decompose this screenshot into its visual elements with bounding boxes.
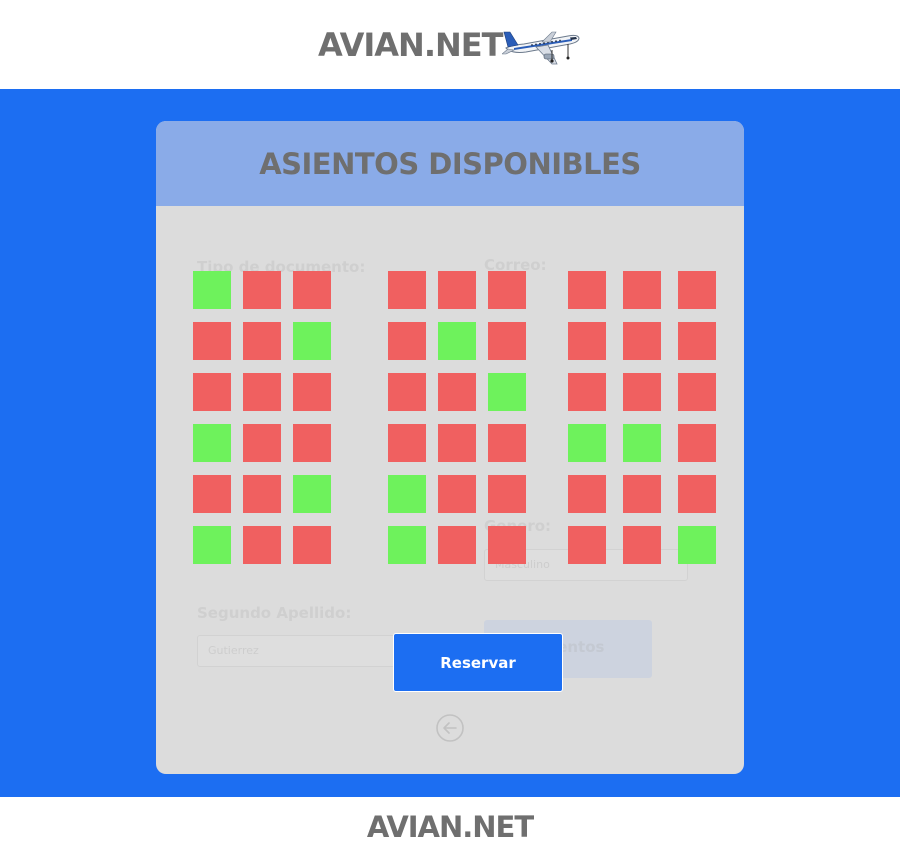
seat-occupied xyxy=(243,373,281,411)
site-footer: AVIAN.NET xyxy=(0,797,900,850)
seat-occupied xyxy=(623,475,661,513)
seat-occupied xyxy=(388,271,426,309)
seat-occupied xyxy=(293,271,331,309)
seat-available[interactable] xyxy=(388,475,426,513)
seat-occupied xyxy=(568,475,606,513)
seat-available[interactable] xyxy=(193,271,231,309)
seat-occupied xyxy=(243,322,281,360)
seat-occupied xyxy=(293,373,331,411)
seat-occupied xyxy=(243,424,281,462)
seat-available[interactable] xyxy=(193,424,231,462)
seat-occupied xyxy=(623,271,661,309)
seat-occupied xyxy=(243,271,281,309)
seat-occupied xyxy=(568,271,606,309)
site-header: AVIAN.NET xyxy=(0,0,900,89)
seat-occupied xyxy=(193,475,231,513)
seat-occupied xyxy=(193,373,231,411)
seat-available[interactable] xyxy=(438,322,476,360)
seat-occupied xyxy=(678,424,716,462)
seat-occupied xyxy=(488,271,526,309)
seat-occupied xyxy=(388,373,426,411)
seat-occupied xyxy=(623,373,661,411)
seat-occupied xyxy=(388,424,426,462)
seat-occupied xyxy=(568,322,606,360)
footer-brand: AVIAN.NET xyxy=(366,810,534,844)
seat-occupied xyxy=(488,526,526,564)
seat-occupied xyxy=(438,373,476,411)
seat-occupied xyxy=(488,322,526,360)
back-arrow-icon[interactable] xyxy=(435,713,465,743)
seat-available[interactable] xyxy=(193,526,231,564)
seat-occupied xyxy=(568,373,606,411)
seat-occupied xyxy=(678,475,716,513)
seat-available[interactable] xyxy=(293,475,331,513)
seat-occupied xyxy=(243,526,281,564)
seat-occupied xyxy=(488,475,526,513)
seat-occupied xyxy=(438,271,476,309)
seat-selection-card: ASIENTOS DISPONIBLES Tipo de documento: … xyxy=(156,121,744,774)
card-title: ASIENTOS DISPONIBLES xyxy=(259,147,641,181)
seat-occupied xyxy=(438,475,476,513)
label-segundo-apellido: Segundo Apellido: xyxy=(197,604,352,622)
seat-occupied xyxy=(243,475,281,513)
seat-available[interactable] xyxy=(488,373,526,411)
seat-available[interactable] xyxy=(568,424,606,462)
seat-available[interactable] xyxy=(623,424,661,462)
seat-occupied xyxy=(388,322,426,360)
seat-occupied xyxy=(568,526,606,564)
seat-occupied xyxy=(293,526,331,564)
seat-available[interactable] xyxy=(293,322,331,360)
seat-occupied xyxy=(488,424,526,462)
seat-occupied xyxy=(678,373,716,411)
airplane-icon xyxy=(502,31,580,65)
seat-occupied xyxy=(678,271,716,309)
seat-occupied xyxy=(623,526,661,564)
brand-title[interactable]: AVIAN.NET xyxy=(318,26,503,64)
card-header: ASIENTOS DISPONIBLES xyxy=(156,121,744,206)
seat-occupied xyxy=(438,424,476,462)
reserve-button[interactable]: Reservar xyxy=(393,633,563,692)
seat-available[interactable] xyxy=(388,526,426,564)
seat-occupied xyxy=(193,322,231,360)
segundo-apellido-field: Gutierrez xyxy=(197,635,401,667)
seat-occupied xyxy=(293,424,331,462)
seat-occupied xyxy=(438,526,476,564)
main-section: ASIENTOS DISPONIBLES Tipo de documento: … xyxy=(0,89,900,797)
seat-available[interactable] xyxy=(678,526,716,564)
seat-occupied xyxy=(623,322,661,360)
seat-occupied xyxy=(678,322,716,360)
